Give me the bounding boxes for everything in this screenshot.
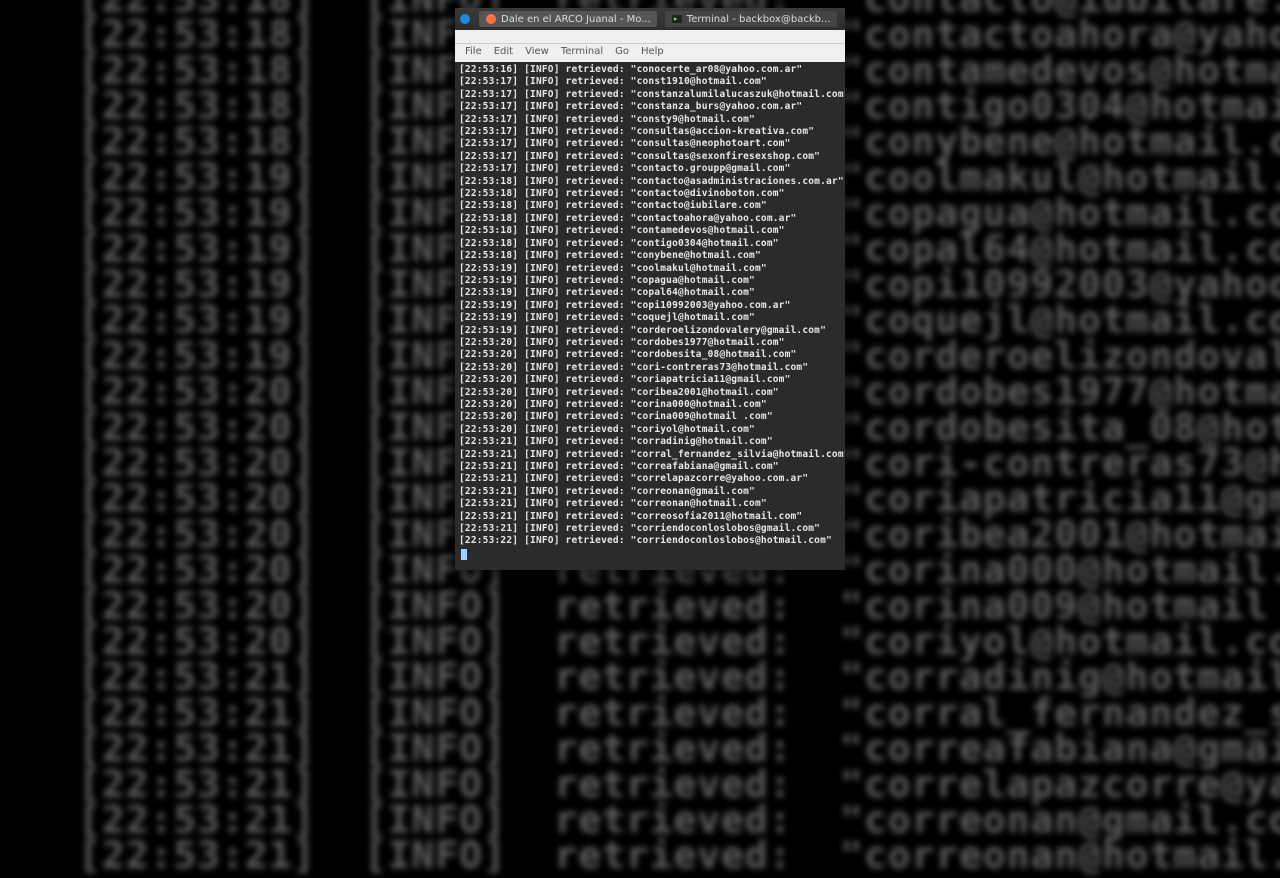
terminal-line: [22:53:18] [INFO] retrieved: "contacto@i… [459,200,841,212]
terminal-line: [22:53:20] [INFO] retrieved: "corina000@… [459,399,841,411]
menu-help[interactable]: Help [641,46,664,60]
menu-go[interactable]: Go [615,46,629,60]
taskbar-tab-terminal-1[interactable]: Terminal - backbox@backb... [665,11,837,27]
menu-file[interactable]: File [465,46,482,60]
terminal-line: [22:53:17] [INFO] retrieved: "const1910@… [459,76,841,88]
terminal-line: [22:53:17] [INFO] retrieved: "constanza_… [459,101,841,113]
menubar[interactable]: File Edit View Terminal Go Help [455,44,845,62]
firefox-icon [485,13,497,25]
terminal-line: [22:53:17] [INFO] retrieved: "consty9@ho… [459,114,841,126]
taskbar[interactable]: Dale en el ARCO Juanal - Mo... Terminal … [455,8,845,30]
terminal-line: [22:53:20] [INFO] retrieved: "cordobesit… [459,349,841,361]
terminal-line: [22:53:19] [INFO] retrieved: "copagua@ho… [459,275,841,287]
taskbar-tab-terminal-2[interactable]: Terminal - b... [845,11,846,27]
terminal-line: [22:53:18] [INFO] retrieved: "contigo030… [459,238,841,250]
menu-view[interactable]: View [525,46,549,60]
menu-terminal[interactable]: Terminal [561,46,603,60]
terminal-line: [22:53:19] [INFO] retrieved: "copi109920… [459,300,841,312]
terminal-line: [22:53:21] [INFO] retrieved: "corral_fer… [459,449,841,461]
terminal-line: [22:53:21] [INFO] retrieved: "correosofi… [459,511,841,523]
terminal-line: [22:53:22] [INFO] retrieved: "corriendoc… [459,535,841,547]
terminal-line: [22:53:16] [INFO] retrieved: "conocerte_… [459,64,841,76]
terminal-line: [22:53:21] [INFO] retrieved: "correafabi… [459,461,841,473]
terminal-line: [22:53:18] [INFO] retrieved: "contactoah… [459,213,841,225]
terminal-line: [22:53:18] [INFO] retrieved: "conybene@h… [459,250,841,262]
terminal-line: [22:53:18] [INFO] retrieved: "contacto@a… [459,176,841,188]
terminal-line: [22:53:18] [INFO] retrieved: "contamedev… [459,225,841,237]
terminal-line: [22:53:17] [INFO] retrieved: "consultas@… [459,126,841,138]
app-icon [459,13,471,25]
terminal-output[interactable]: [22:53:16] [INFO] retrieved: "conocerte_… [455,62,845,570]
terminal-line: [22:53:21] [INFO] retrieved: "correlapaz… [459,473,841,485]
terminal-line: [22:53:19] [INFO] retrieved: "corderoeli… [459,325,841,337]
terminal-line: [22:53:17] [INFO] retrieved: "consultas@… [459,151,841,163]
terminal-line: [22:53:20] [INFO] retrieved: "corina009@… [459,411,841,423]
terminal-line: [22:53:18] [INFO] retrieved: "contacto@d… [459,188,841,200]
tab-label: Terminal - backbox@backb... [687,14,831,25]
window-titlebar-strip [455,30,845,44]
terminal-line: [22:53:21] [INFO] retrieved: "correonan@… [459,486,841,498]
terminal-line: [22:53:19] [INFO] retrieved: "copal64@ho… [459,287,841,299]
terminal-line: [22:53:17] [INFO] retrieved: "contacto.g… [459,163,841,175]
terminal-window: Dale en el ARCO Juanal - Mo... Terminal … [455,8,845,570]
cursor [461,549,467,560]
terminal-line: [22:53:21] [INFO] retrieved: "correonan@… [459,498,841,510]
terminal-line: [22:53:19] [INFO] retrieved: "coquejl@ho… [459,312,841,324]
menu-edit[interactable]: Edit [494,46,513,60]
terminal-line: [22:53:20] [INFO] retrieved: "coriapatri… [459,374,841,386]
terminal-line: [22:53:20] [INFO] retrieved: "cori-contr… [459,362,841,374]
terminal-line: [22:53:21] [INFO] retrieved: "corradinig… [459,436,841,448]
terminal-icon [671,13,683,25]
terminal-line: [22:53:20] [INFO] retrieved: "coribea200… [459,387,841,399]
terminal-line: [22:53:20] [INFO] retrieved: "cordobes19… [459,337,841,349]
terminal-line: [22:53:19] [INFO] retrieved: "coolmakul@… [459,263,841,275]
tab-label: Dale en el ARCO Juanal - Mo... [501,14,651,25]
taskbar-tab-firefox[interactable]: Dale en el ARCO Juanal - Mo... [479,11,657,27]
terminal-line: [22:53:17] [INFO] retrieved: "constanzal… [459,89,841,101]
terminal-line: [22:53:20] [INFO] retrieved: "coriyol@ho… [459,424,841,436]
terminal-line: [22:53:21] [INFO] retrieved: "corriendoc… [459,523,841,535]
terminal-line: [22:53:17] [INFO] retrieved: "consultas@… [459,138,841,150]
